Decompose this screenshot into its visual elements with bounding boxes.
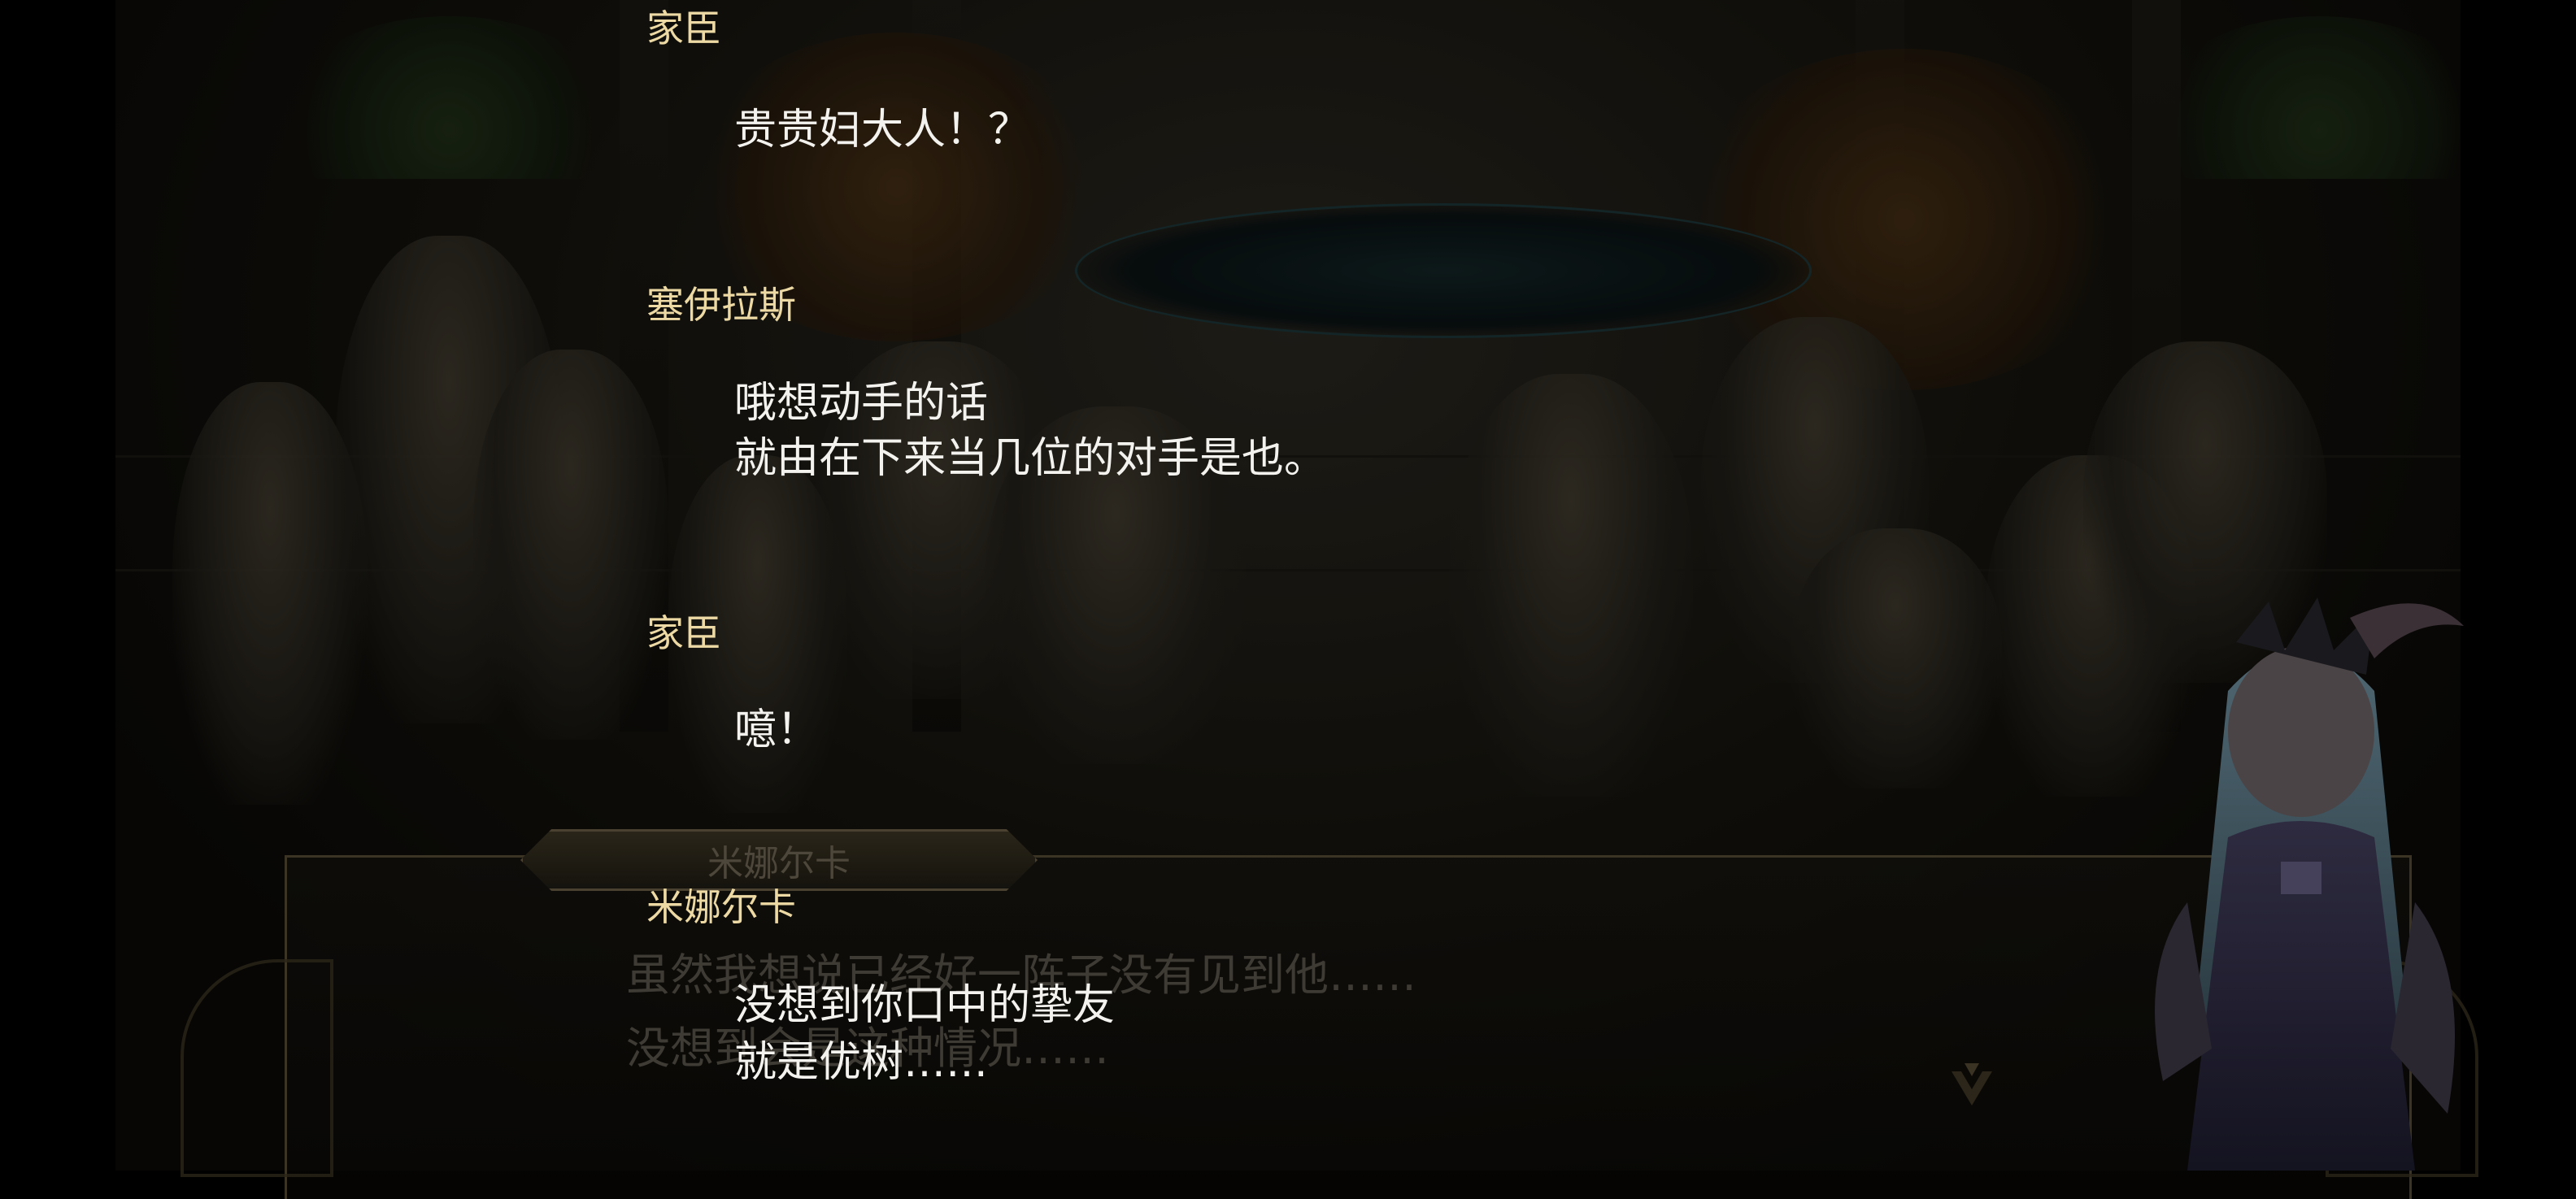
- chevron-down-ornament-icon[interactable]: [1943, 1057, 2000, 1114]
- dialogue-speaker-name: 米娜尔卡: [707, 843, 851, 884]
- dialogue-line: 就是优树……: [734, 1038, 989, 1087]
- dialogue-box[interactable]: [285, 855, 2412, 1199]
- dialogue-line: 贵贵妇大人！？: [734, 106, 1031, 154]
- speaker-name: 家臣: [646, 611, 721, 655]
- speaker-name: 米娜尔卡: [646, 885, 796, 929]
- dialogue-line: 没想到你口中的挚友: [734, 981, 1116, 1030]
- speaker-name: 塞伊拉斯: [646, 283, 796, 327]
- character-portrait: [2155, 597, 2464, 1171]
- dialogue-nameplate: 米娜尔卡: [520, 829, 1038, 891]
- dialogue-line: 就由在下来当几位的对手是也。: [734, 434, 1327, 483]
- speaker-name: 家臣: [646, 7, 721, 50]
- dialogue-line: 噫！: [734, 706, 820, 754]
- dialogue-line: 哦想动手的话: [734, 379, 989, 428]
